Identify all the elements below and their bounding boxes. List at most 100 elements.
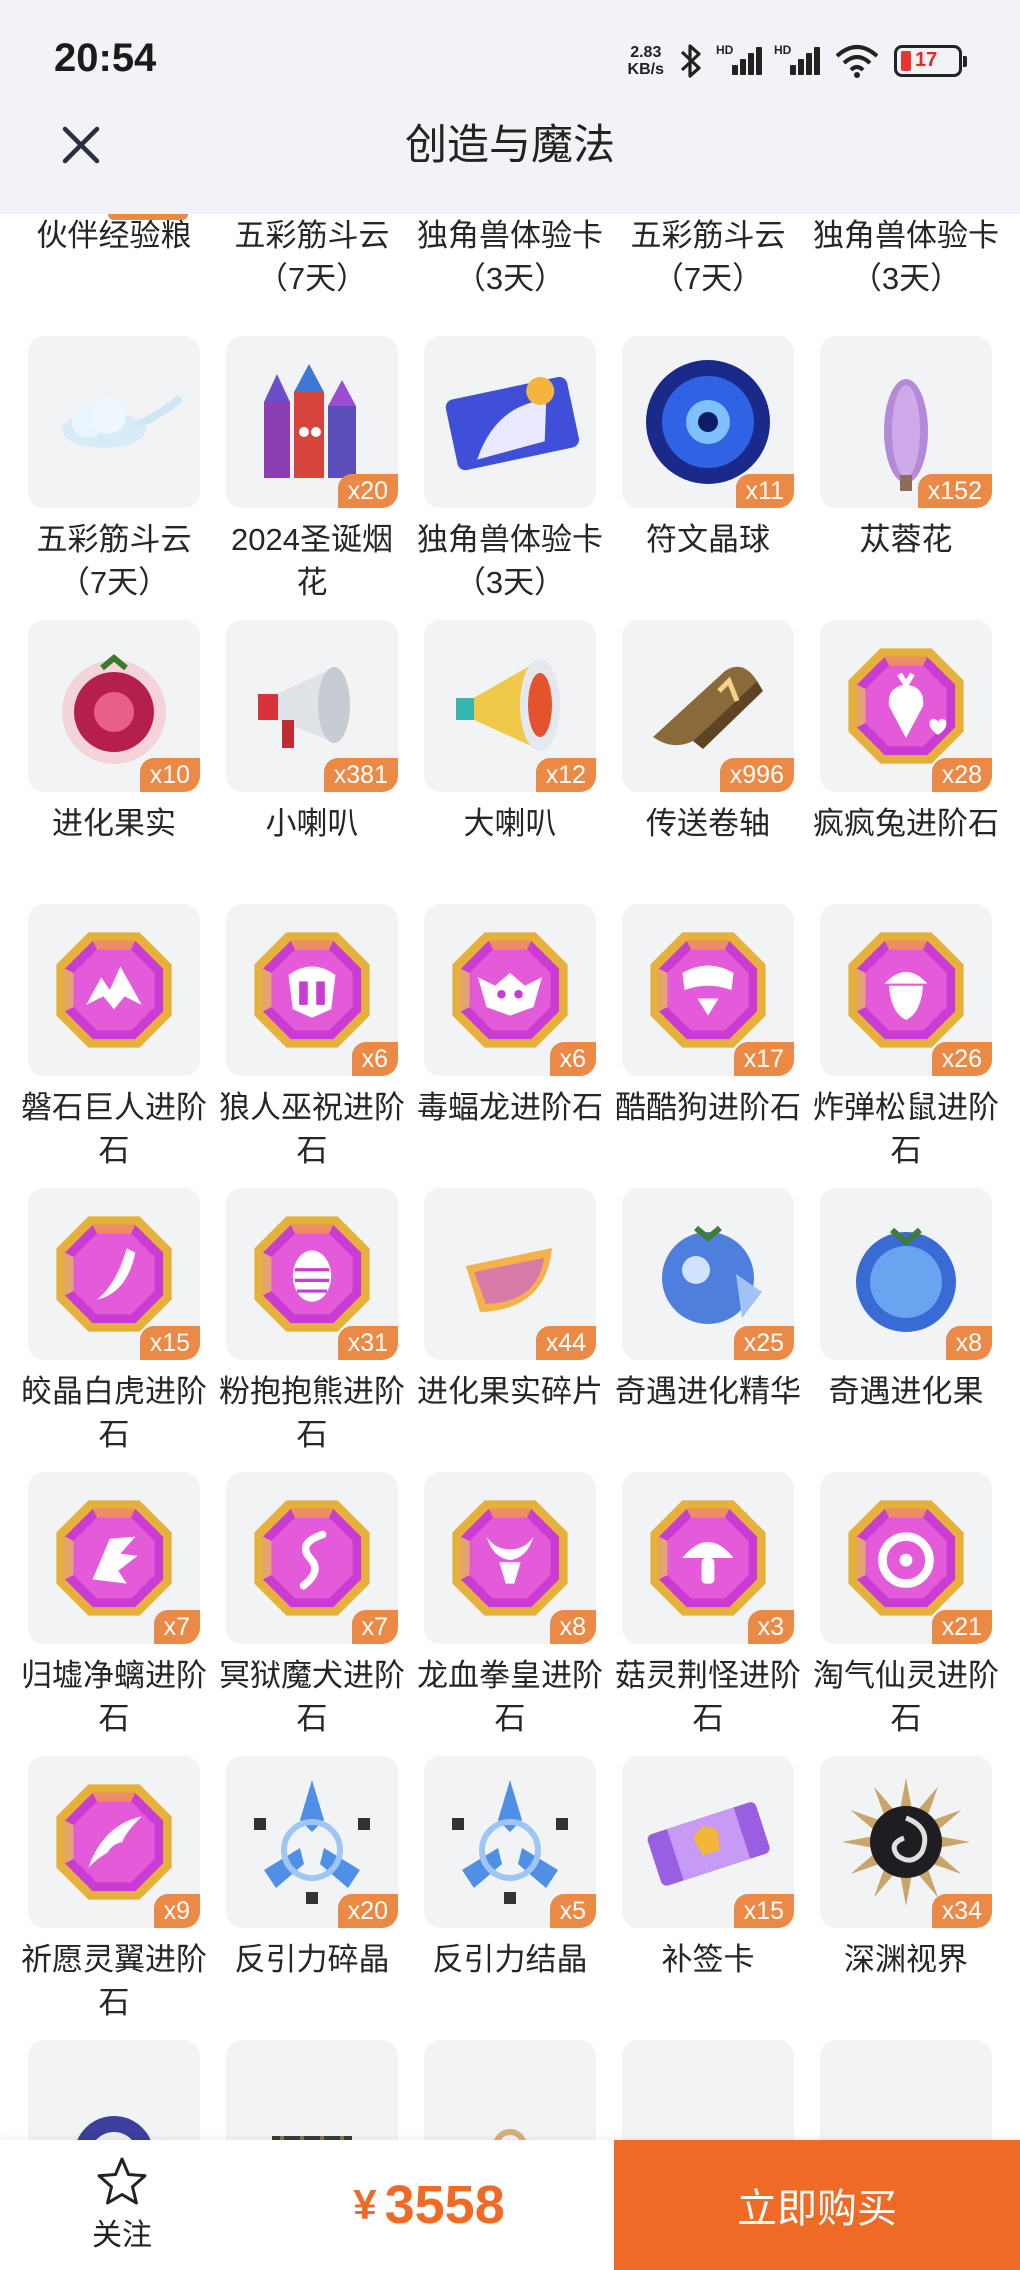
- item-card[interactable]: x996 传送卷轴: [622, 620, 794, 845]
- item-card[interactable]: x6 毒蝠龙进阶石: [417, 904, 603, 1129]
- item-name: 冥狱魔犬进阶石: [219, 1658, 405, 1736]
- blue-fruit-shards-icon: [638, 1204, 778, 1344]
- item-name: 大喇叭: [463, 806, 557, 841]
- item-tile[interactable]: x17: [622, 904, 794, 1076]
- quantity-badge: x20: [337, 474, 398, 508]
- item-tile[interactable]: x5: [424, 1756, 596, 1928]
- gem-feather-icon: [50, 1778, 178, 1906]
- item-card[interactable]: x5 反引力结晶: [424, 1756, 596, 1981]
- item-name: 2024圣诞烟花: [231, 522, 393, 600]
- item-tile[interactable]: x11: [622, 336, 794, 508]
- item-name: 磐石巨人进阶石: [21, 1090, 207, 1168]
- item-card[interactable]: x152 苁蓉花: [820, 336, 992, 561]
- item-tile[interactable]: x20: [226, 336, 398, 508]
- item-card[interactable]: x28 疯疯兔进阶石: [813, 620, 999, 845]
- item-card[interactable]: x20 2024圣诞烟花: [226, 336, 398, 604]
- gem-mushroom-icon: [644, 1494, 772, 1622]
- item-card[interactable]: x10 进化果实: [28, 620, 200, 845]
- item-tile[interactable]: x28: [820, 620, 992, 792]
- quantity-badge: x15: [733, 1894, 794, 1928]
- quantity-badge: x6: [351, 1042, 398, 1076]
- item-name: 小喇叭: [265, 806, 359, 841]
- item-name: 归墟净螭进阶石: [21, 1658, 207, 1736]
- status-icons: 2.83 KB/s HD HD 17: [628, 38, 967, 84]
- item-tile[interactable]: x152: [820, 336, 992, 508]
- signal-1-icon: HD: [716, 43, 762, 75]
- item-tile[interactable]: x996: [622, 620, 794, 792]
- item-tile[interactable]: [424, 336, 596, 508]
- item-card[interactable]: 独角兽体验卡（3天）: [417, 336, 603, 604]
- bluetooth-icon: [680, 44, 701, 78]
- item-name: 苁蓉花: [859, 522, 953, 557]
- item-card[interactable]: x3 菇灵荆怪进阶石: [615, 1472, 801, 1740]
- item-card[interactable]: x34 深渊视界: [820, 1756, 992, 1981]
- item-card[interactable]: x7 归墟净螭进阶石: [21, 1472, 207, 1740]
- item-tile[interactable]: [28, 904, 200, 1076]
- item-card[interactable]: x8 龙血拳皇进阶石: [417, 1472, 603, 1740]
- item-tile[interactable]: x9: [28, 1756, 200, 1928]
- item-tile[interactable]: x44: [424, 1188, 596, 1360]
- item-card[interactable]: x12 大喇叭: [424, 620, 596, 845]
- item-card[interactable]: x26 炸弹松鼠进阶石: [813, 904, 999, 1172]
- item-tile[interactable]: x8: [424, 1472, 596, 1644]
- item-card[interactable]: x15 补签卡: [622, 1756, 794, 1981]
- item-name: 独角兽体验卡（3天）: [417, 218, 603, 296]
- item-card[interactable]: x8 奇遇进化果: [820, 1188, 992, 1413]
- item-tile[interactable]: x15: [28, 1188, 200, 1360]
- item-card[interactable]: x6 狼人巫祝进阶石: [219, 904, 405, 1172]
- item-card[interactable]: x31 粉抱抱熊进阶石: [219, 1188, 405, 1456]
- item-tile[interactable]: x6: [226, 904, 398, 1076]
- item-tile[interactable]: x7: [226, 1472, 398, 1644]
- item-name: 粉抱抱熊进阶石: [219, 1374, 405, 1452]
- item-card[interactable]: 五彩筋斗云（7天）: [226, 214, 398, 300]
- item-tile[interactable]: x34: [820, 1756, 992, 1928]
- item-tile[interactable]: x381: [226, 620, 398, 792]
- buy-now-button[interactable]: 立即购买: [614, 2140, 1020, 2270]
- berry-icon: [44, 636, 184, 776]
- item-card[interactable]: x9 祈愿灵翼进阶石: [21, 1756, 207, 2024]
- quantity-badge: x6: [549, 1042, 596, 1076]
- item-tile[interactable]: x31: [226, 1188, 398, 1360]
- item-card[interactable]: 独角兽体验卡（3天）: [417, 214, 603, 300]
- abyss-eye-icon: [836, 1772, 976, 1912]
- item-card[interactable]: x381 小喇叭: [226, 620, 398, 845]
- item-card[interactable]: x11 符文晶球: [622, 336, 794, 561]
- item-tile[interactable]: [28, 336, 200, 508]
- quantity-badge: x21: [931, 1610, 992, 1644]
- item-name: 进化果实: [52, 806, 176, 841]
- item-tile[interactable]: x7: [28, 1472, 200, 1644]
- item-card[interactable]: x20 反引力碎晶: [226, 1756, 398, 1981]
- item-card[interactable]: 磐石巨人进阶石: [21, 904, 207, 1172]
- item-tile[interactable]: x6: [424, 904, 596, 1076]
- item-card[interactable]: 伙伴经验粮: [28, 208, 200, 257]
- item-card[interactable]: x25 奇遇进化精华: [615, 1188, 801, 1413]
- price-amount: 3558: [384, 2175, 505, 2235]
- item-tile[interactable]: x26: [820, 904, 992, 1076]
- item-card[interactable]: x21 淘气仙灵进阶石: [813, 1472, 999, 1740]
- item-card[interactable]: 五彩筋斗云（7天）: [622, 214, 794, 300]
- item-card[interactable]: 五彩筋斗云（7天）: [28, 336, 200, 604]
- megaphone-small-icon: [242, 646, 382, 766]
- follow-button[interactable]: 关注: [0, 2140, 244, 2270]
- item-tile[interactable]: x20: [226, 1756, 398, 1928]
- quantity-badge: x9: [153, 1894, 200, 1928]
- item-tile[interactable]: x15: [622, 1756, 794, 1928]
- item-tile[interactable]: x10: [28, 620, 200, 792]
- item-name: 奇遇进化精华: [615, 1374, 801, 1409]
- item-name: 五彩筋斗云（7天）: [36, 522, 192, 600]
- item-card[interactable]: x7 冥狱魔犬进阶石: [219, 1472, 405, 1740]
- gem-horns-icon: [446, 1494, 574, 1622]
- item-card[interactable]: x15 皎晶白虎进阶石: [21, 1188, 207, 1456]
- item-card[interactable]: 独角兽体验卡（3天）: [813, 214, 999, 300]
- ticket-icon: [633, 1777, 783, 1907]
- item-tile[interactable]: x3: [622, 1472, 794, 1644]
- battery-icon: 17: [894, 45, 967, 77]
- item-card[interactable]: x17 酷酷狗进阶石: [615, 904, 801, 1129]
- item-name: 符文晶球: [646, 522, 770, 557]
- item-tile[interactable]: x21: [820, 1472, 992, 1644]
- item-card[interactable]: x44 进化果实碎片: [417, 1188, 603, 1413]
- item-tile[interactable]: x25: [622, 1188, 794, 1360]
- gem-acorn-icon: [842, 926, 970, 1054]
- item-tile[interactable]: x8: [820, 1188, 992, 1360]
- item-tile[interactable]: x12: [424, 620, 596, 792]
